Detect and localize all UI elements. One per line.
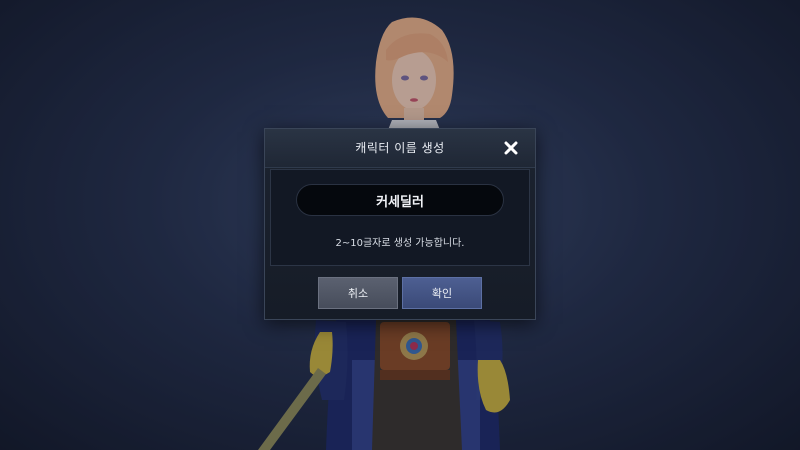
game-scene: 캐릭터 이름 생성 2~10글자로 생성 가능합니다. 취소 확인 bbox=[0, 0, 800, 450]
dialog-title: 캐릭터 이름 생성 bbox=[355, 141, 445, 155]
close-button[interactable] bbox=[501, 138, 521, 158]
character-name-input[interactable] bbox=[296, 184, 504, 216]
name-length-hint: 2~10글자로 생성 가능합니다. bbox=[335, 238, 465, 249]
confirm-button[interactable]: 확인 bbox=[402, 277, 482, 309]
cancel-button[interactable]: 취소 bbox=[318, 277, 398, 309]
content-panel: 2~10글자로 생성 가능합니다. bbox=[270, 169, 530, 266]
name-creation-dialog: 캐릭터 이름 생성 2~10글자로 생성 가능합니다. 취소 확인 bbox=[264, 128, 536, 320]
close-icon bbox=[504, 141, 518, 155]
